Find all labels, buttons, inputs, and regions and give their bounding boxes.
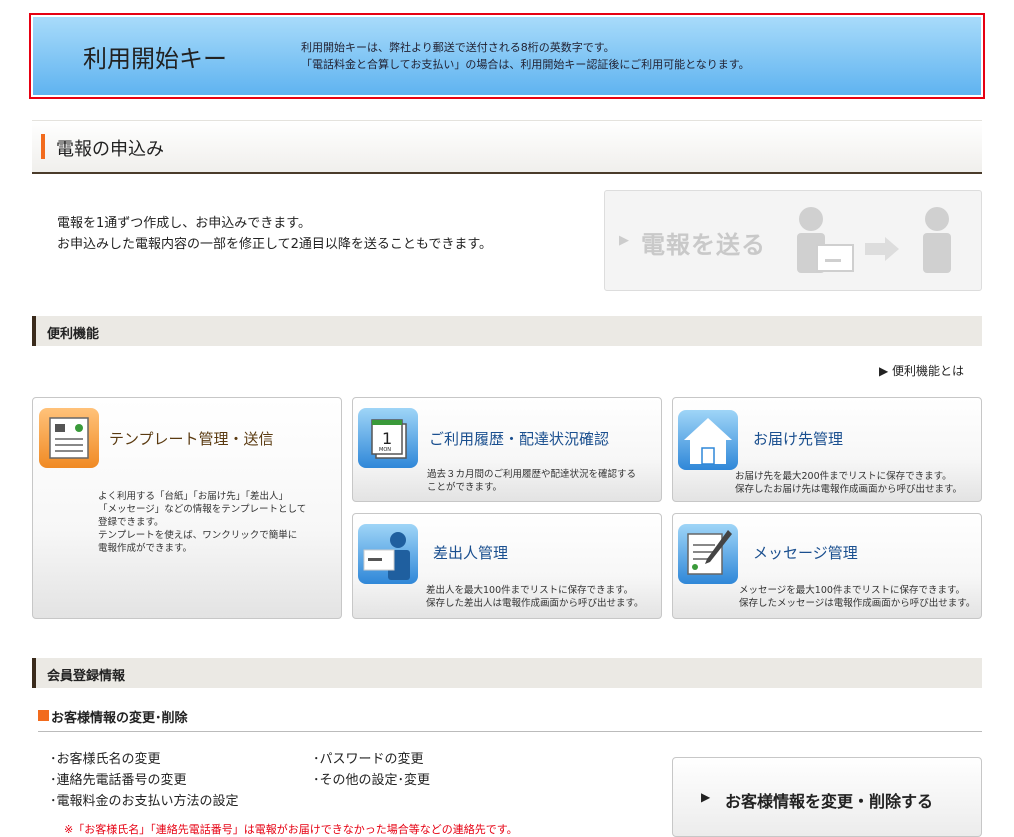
destination-card-desc: お届け先を最大200件までリストに保存できます。 保存したお届け先は電報作成画面… <box>735 470 962 496</box>
change-customer-info-button[interactable]: ▶ お客様情報を変更・削除する <box>672 757 982 837</box>
template-desc-line: テンプレートを使えば、ワンクリックで簡単に <box>98 530 298 541</box>
sender-desc-line: 保存した差出人は電報作成画面から呼び出せます。 <box>426 598 644 609</box>
destination-desc-line: お届け先を最大200件までリストに保存できます。 <box>735 471 952 482</box>
person-send-icon <box>797 207 951 273</box>
history-desc-line: 過去３カ月間のご利用履歴や配達状況を確認する <box>427 469 637 480</box>
telegram-description: 電報を1通ずつ作成し、お申込みできます。 お申込みした電報内容の一部を修正して2… <box>57 213 492 255</box>
list-item: ･パスワードの変更 <box>313 752 424 767</box>
template-desc-line: よく利用する「台紙」「お届け先」「差出人」 <box>98 491 289 502</box>
template-icon <box>39 408 99 468</box>
calendar-icon: 1 MON <box>358 408 418 468</box>
telegram-desc-line: お申込みした電報内容の一部を修正して2通目以降を送ることもできます。 <box>57 237 493 252</box>
sender-desc-line: 差出人を最大100件までリストに保存できます。 <box>426 585 634 596</box>
person-card-icon <box>363 532 410 580</box>
about-convenience-link[interactable]: ▶ 便利機能とは <box>879 362 964 379</box>
member-section-heading: 会員登録情報 <box>32 658 982 688</box>
arrow-right-icon: ▶ <box>619 233 629 248</box>
note-pen-icon <box>687 530 732 575</box>
orange-square-icon <box>38 710 49 721</box>
change-customer-info-label: お客様情報を変更・削除する <box>725 792 934 811</box>
sender-card-title: 差出人管理 <box>433 544 509 562</box>
template-card[interactable]: テンプレート管理・送信 よく利用する「台紙」「お届け先」「差出人」 「メッセージ… <box>32 397 342 619</box>
convenience-section-heading: 便利機能 <box>32 316 982 346</box>
list-item: ･電報料金のお支払い方法の設定 <box>50 794 239 809</box>
telegram-desc-line: 電報を1通ずつ作成し、お申込みできます。 <box>57 216 311 231</box>
sender-person-icon <box>358 524 418 584</box>
destination-card[interactable]: お届け先管理 お届け先を最大200件までリストに保存できます。 保存したお届け先… <box>672 397 982 502</box>
start-key-description: 利用開始キーは、弊社より郵送で送付される8桁の英数字です。 「電話料金と合算して… <box>301 39 750 73</box>
sender-card-desc: 差出人を最大100件までリストに保存できます。 保存した差出人は電報作成画面から… <box>426 584 644 610</box>
history-card-title: ご利用履歴・配達状況確認 <box>429 430 610 448</box>
member-heading-text: 会員登録情報 <box>47 669 126 684</box>
template-desc-line: 電報作成ができます。 <box>98 543 193 554</box>
sender-card[interactable]: 差出人管理 差出人を最大100件までリストに保存できます。 保存した差出人は電報… <box>352 513 662 619</box>
heading-accent-bar <box>41 134 45 159</box>
template-desc-line: 「メッセージ」などの情報をテンプレートとして <box>98 504 307 515</box>
start-key-title: 利用開始キー <box>83 44 227 73</box>
contact-note: ※「お客様氏名」「連絡先電話番号」は電報がお届けできなかった場合等などの連絡先で… <box>64 823 518 836</box>
house-shape-icon <box>684 418 732 465</box>
list-item: ･お客様氏名の変更 <box>50 752 161 767</box>
message-pen-icon <box>678 524 738 584</box>
arrow-right-icon: ▶ <box>701 790 711 804</box>
destination-card-title: お届け先管理 <box>753 430 844 448</box>
send-telegram-button[interactable]: ▶ 電報を送る <box>604 190 982 291</box>
start-key-desc-line: 「電話料金と合算してお支払い」の場合は、利用開始キー認証後にご利用可能となります… <box>301 58 750 71</box>
message-card-title: メッセージ管理 <box>753 544 858 562</box>
message-card-desc: メッセージを最大100件までリストに保存できます。 保存したメッセージは電報作成… <box>739 584 975 610</box>
message-card[interactable]: メッセージ管理 メッセージを最大100件までリストに保存できます。 保存したメッ… <box>672 513 982 619</box>
telegram-heading-text: 電報の申込み <box>56 139 164 160</box>
document-icon <box>49 417 89 459</box>
list-item: ･連絡先電話番号の変更 <box>50 773 187 788</box>
message-desc-line: メッセージを最大100件までリストに保存できます。 <box>739 585 965 596</box>
history-card-desc: 過去３カ月間のご利用履歴や配達状況を確認する ことができます。 <box>427 468 636 494</box>
start-key-desc-line: 利用開始キーは、弊社より郵送で送付される8桁の英数字です。 <box>301 41 615 54</box>
template-desc-line: 登録できます。 <box>98 517 164 528</box>
customer-info-subheading: お客様情報の変更･削除 <box>38 707 982 732</box>
send-telegram-label: 電報を送る <box>641 231 766 259</box>
calendar-day: MON <box>379 447 391 453</box>
destination-desc-line: 保存したお届け先は電報作成画面から呼び出せます。 <box>735 484 963 495</box>
convenience-heading-text: 便利機能 <box>47 327 100 342</box>
start-key-banner-inner: 利用開始キー 利用開始キーは、弊社より郵送で送付される8桁の英数字です。 「電話… <box>33 17 981 95</box>
telegram-section-heading: 電報の申込み <box>32 120 982 174</box>
message-desc-line: 保存したメッセージは電報作成画面から呼び出せます。 <box>739 598 976 609</box>
house-icon <box>678 410 738 470</box>
start-key-banner: 利用開始キー 利用開始キーは、弊社より郵送で送付される8桁の英数字です。 「電話… <box>29 13 985 99</box>
template-card-desc: よく利用する「台紙」「お届け先」「差出人」 「メッセージ」などの情報をテンプレー… <box>98 490 306 555</box>
template-card-title: テンプレート管理・送信 <box>109 430 274 448</box>
history-desc-line: ことができます。 <box>427 482 503 493</box>
customer-info-subheading-text: お客様情報の変更･削除 <box>51 711 188 726</box>
history-card[interactable]: 1 MON ご利用履歴・配達状況確認 過去３カ月間のご利用履歴や配達状況を確認す… <box>352 397 662 502</box>
calendar-pages-icon: 1 MON <box>371 419 407 459</box>
calendar-number: 1 <box>382 429 392 448</box>
list-item: ･その他の設定･変更 <box>313 773 431 788</box>
